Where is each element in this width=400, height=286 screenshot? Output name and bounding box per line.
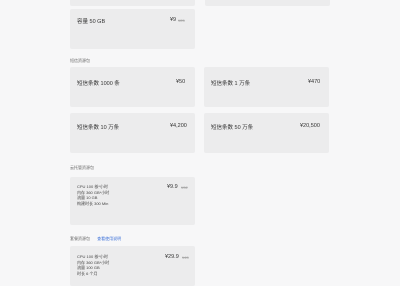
storage-price: ¥9: [170, 17, 177, 23]
previous-item-card[interactable]: [205, 0, 330, 6]
package-section-label: 套餐资源包: [70, 236, 90, 241]
spec-line: CPU 100 核*小时: [77, 184, 108, 189]
bundle-original-price: ¥45: [182, 255, 189, 260]
sms-price: ¥470: [308, 79, 321, 85]
storage-package-card[interactable]: 容量 50 GB ¥9 ¥25: [70, 9, 195, 49]
sms-label: 短信条数 1000 条: [77, 81, 120, 87]
cloud-package-card[interactable]: CPU 100 核*小时 内存 360 GB*小时 流量 10 GB 构建时长 …: [70, 177, 195, 225]
spec-line: 时长 6 个月: [77, 270, 98, 276]
previous-item-card[interactable]: [70, 0, 195, 6]
sms-section-title: 短信资源包: [70, 58, 90, 63]
storage-label: 容量 50 GB: [77, 19, 106, 25]
usage-guide-link[interactable]: 查看使用说明: [97, 236, 121, 241]
sms-package-card[interactable]: 短信条数 10 万条 ¥4,200: [70, 113, 195, 153]
sms-package-card[interactable]: 短信条数 50 万条 ¥20,500: [204, 113, 329, 153]
cloud-original-price: ¥32: [181, 185, 188, 190]
storage-original-price: ¥25: [178, 18, 185, 23]
sms-package-card[interactable]: 短信条数 1000 条 ¥50: [70, 67, 195, 107]
cloud-section-title: 云托管资源包: [70, 165, 94, 170]
sms-price: ¥20,500: [300, 123, 320, 129]
bundle-package-card[interactable]: CPU 100 核*小时 内存 360 GB*小时 流量 100 GB 时长 6…: [70, 246, 195, 286]
sms-price: ¥50: [176, 79, 186, 85]
bundle-specs: CPU 100 核*小时 内存 360 GB*小时 流量 100 GB 时长 6…: [77, 254, 109, 276]
cloud-price: ¥9.9: [167, 184, 178, 190]
sms-price: ¥4,200: [170, 123, 187, 129]
spec-line: 构建时长 300 Min: [77, 200, 109, 206]
package-section-title: 套餐资源包 查看使用说明: [70, 236, 121, 242]
sms-package-card[interactable]: 短信条数 1 万条 ¥470: [204, 67, 329, 107]
spec-line: CPU 100 核*小时: [77, 254, 108, 259]
sms-label: 短信条数 1 万条: [211, 81, 251, 87]
sms-label: 短信条数 50 万条: [211, 125, 254, 131]
cloud-specs: CPU 100 核*小时 内存 360 GB*小时 流量 10 GB 构建时长 …: [77, 184, 109, 206]
bundle-price: ¥29.9: [165, 254, 179, 260]
sms-label: 短信条数 10 万条: [77, 125, 120, 131]
